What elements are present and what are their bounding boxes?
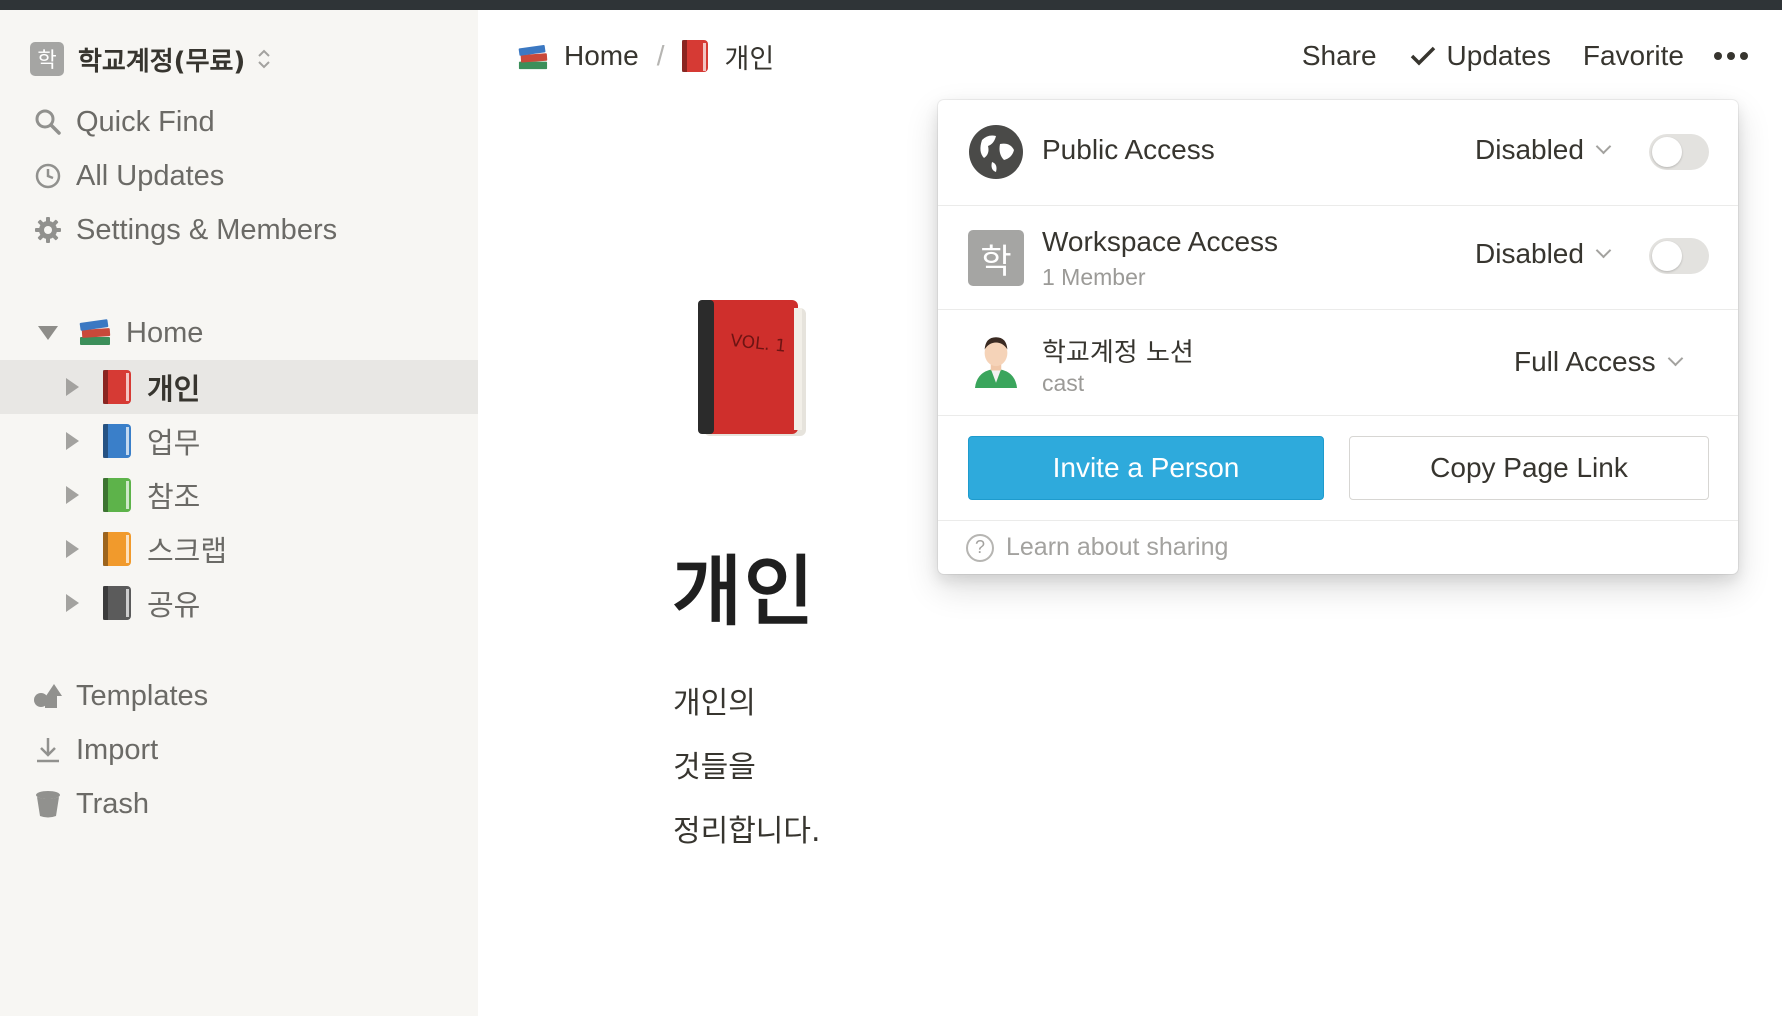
expand-toggle-icon[interactable] <box>66 540 79 558</box>
page-icon-red-book[interactable]: VOL. 1 <box>690 296 816 446</box>
expand-toggle-icon[interactable] <box>66 378 79 396</box>
dropdown-value: Disabled <box>1475 134 1584 165</box>
sidebar-item-label: 공유 <box>147 588 201 622</box>
sidebar-templates[interactable]: Templates <box>30 676 208 716</box>
share-popover: Public Access Disabled 학 Workspace Acces… <box>938 100 1738 574</box>
updates-button[interactable]: Updates <box>1409 40 1551 72</box>
breadcrumb-label: 개인 <box>724 43 775 75</box>
dropdown-value: Disabled <box>1475 238 1584 269</box>
member-name: 학교계정 노션 <box>1042 338 1194 368</box>
sidebar-item-page-2[interactable]: 업무 <box>0 414 478 468</box>
templates-icon <box>30 678 66 714</box>
red-book-icon <box>682 40 709 72</box>
sidebar-item-label: Quick Find <box>76 105 215 138</box>
sidebar-import[interactable]: Import <box>30 730 158 770</box>
sidebar-all-updates[interactable]: All Updates <box>30 156 224 196</box>
sidebar-settings-members[interactable]: Settings & Members <box>30 210 337 250</box>
help-icon: ? <box>966 533 994 562</box>
breadcrumb-home[interactable]: Home <box>516 40 639 72</box>
dropdown-value: Full Access <box>1514 346 1656 377</box>
workspace-member-count: 1 Member <box>1042 264 1146 290</box>
gear-icon <box>30 212 66 248</box>
window-top-bar <box>0 0 1782 10</box>
workspace-access-toggle[interactable] <box>1649 238 1709 274</box>
workspace-switcher[interactable]: 학 학교계정(무료) <box>30 40 271 78</box>
chevron-down-icon <box>1667 350 1683 366</box>
trash-icon <box>30 786 66 822</box>
workspace-access-dropdown[interactable]: Disabled <box>1475 238 1612 270</box>
workspace-access-row: 학 Workspace Access 1 Member Disabled <box>938 206 1738 310</box>
header-actions: Share Updates Favorite <box>1270 34 1748 78</box>
sidebar-item-page-1[interactable]: 개인 <box>0 360 478 414</box>
favorite-button[interactable]: Favorite <box>1583 40 1684 72</box>
breadcrumb-label: Home <box>564 40 639 71</box>
public-access-row: Public Access Disabled <box>938 100 1738 206</box>
red-book-icon <box>103 370 131 404</box>
breadcrumb-current[interactable]: 개인 <box>682 37 774 76</box>
sidebar-trash[interactable]: Trash <box>30 784 149 824</box>
sidebar-item-label: Import <box>76 733 159 766</box>
updates-label: Updates <box>1446 40 1551 71</box>
chevron-down-icon <box>1595 242 1612 258</box>
page-title[interactable]: 개인 <box>672 530 816 640</box>
checkmark-icon <box>1410 46 1435 66</box>
sidebar-item-label: 업무 <box>147 426 201 460</box>
copy-page-link-button[interactable]: Copy Page Link <box>1349 436 1709 500</box>
sidebar-item-label: Trash <box>76 787 150 820</box>
sidebar-item-label: Home <box>126 316 204 349</box>
expand-toggle-icon[interactable] <box>66 432 79 450</box>
more-options-icon[interactable] <box>1714 52 1748 60</box>
download-icon <box>30 732 66 768</box>
green-book-icon <box>103 478 131 512</box>
chevron-down-icon <box>1595 138 1612 154</box>
notebook-icon <box>103 586 131 620</box>
sidebar-item-page-3[interactable]: 참조 <box>0 468 478 522</box>
public-access-toggle[interactable] <box>1649 134 1709 170</box>
orange-book-icon <box>103 532 131 566</box>
workspace-avatar: 학 <box>30 42 64 76</box>
breadcrumb-separator: / <box>656 40 665 71</box>
public-access-title: Public Access <box>1042 134 1215 165</box>
sidebar-item-page-5[interactable]: 공유 <box>0 576 478 630</box>
collapse-toggle-icon[interactable] <box>38 326 58 340</box>
paragraph-3[interactable]: 정리합니다. <box>673 806 821 850</box>
sidebar-item-label: 개인 <box>147 372 201 406</box>
sidebar-item-label: Templates <box>76 679 209 712</box>
sidebar: 학 학교계정(무료) Quick Find All Updates Settin… <box>0 10 478 1016</box>
paragraph-1[interactable]: 개인의 <box>673 678 756 722</box>
member-access-dropdown[interactable]: Full Access <box>1514 346 1683 378</box>
breadcrumb: Home / 개인 <box>516 36 774 76</box>
sidebar-item-label: Settings & Members <box>76 213 338 246</box>
sidebar-item-page-4[interactable]: 스크랩 <box>0 522 478 576</box>
sidebar-item-label: 스크랩 <box>147 534 228 568</box>
globe-icon <box>969 125 1023 179</box>
expand-toggle-icon[interactable] <box>66 486 79 504</box>
clock-icon <box>30 158 66 194</box>
learn-about-sharing-link[interactable]: ? Learn about sharing <box>938 520 1738 574</box>
sidebar-item-home[interactable]: Home <box>0 306 478 360</box>
user-avatar <box>975 337 1017 388</box>
public-access-dropdown[interactable]: Disabled <box>1475 134 1612 166</box>
books-icon <box>78 315 112 352</box>
help-label: Learn about sharing <box>1006 533 1229 561</box>
expand-toggle-icon[interactable] <box>66 594 79 612</box>
workspace-access-title: Workspace Access <box>1042 226 1279 257</box>
member-row: 학교계정 노션 cast Full Access <box>938 310 1738 416</box>
paragraph-2[interactable]: 것들을 <box>673 742 756 786</box>
workspace-avatar-icon: 학 <box>968 230 1024 286</box>
share-button[interactable]: Share <box>1302 40 1377 72</box>
sidebar-item-label: 참조 <box>147 480 201 514</box>
search-icon <box>30 104 66 140</box>
blue-book-icon <box>103 424 131 458</box>
workspace-name: 학교계정(무료) <box>78 46 246 77</box>
member-subtitle: cast <box>1042 370 1085 396</box>
books-icon <box>516 41 550 71</box>
switcher-caret-icon <box>258 49 271 69</box>
sidebar-quick-find[interactable]: Quick Find <box>30 102 215 142</box>
sidebar-item-label: All Updates <box>76 159 225 192</box>
invite-person-button[interactable]: Invite a Person <box>968 436 1324 500</box>
